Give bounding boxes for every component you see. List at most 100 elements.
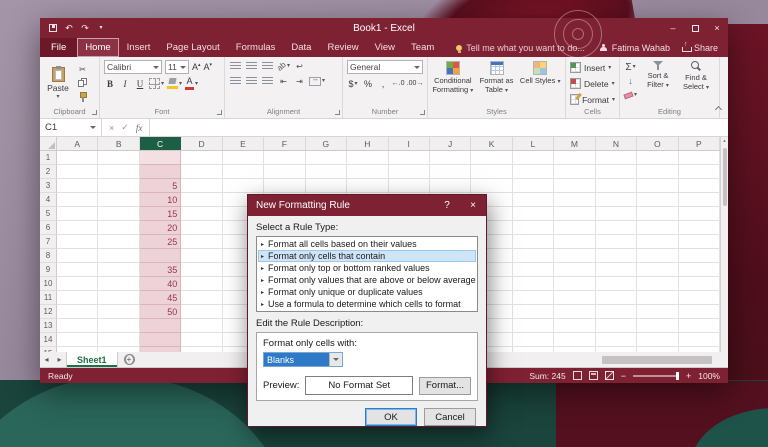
orientation-button[interactable]: ab ▾ [275,60,290,73]
cell-N14[interactable] [595,333,638,347]
cell-D12[interactable] [181,305,223,319]
cell-D1[interactable] [181,151,223,165]
cell-D14[interactable] [181,333,223,347]
tab-home[interactable]: Home [77,38,119,57]
tab-view[interactable]: View [367,38,403,57]
cell-L4[interactable] [512,193,555,207]
font-color-button[interactable]: A ▾ [185,77,198,90]
cell-D8[interactable] [181,249,223,263]
cell-P1[interactable] [678,151,720,165]
sheet-tab-sheet1[interactable]: Sheet1 [66,352,118,367]
tab-review[interactable]: Review [319,38,366,57]
cell-A12[interactable] [57,305,99,319]
cell-M4[interactable] [554,193,596,207]
cell-B11[interactable] [98,291,140,305]
cell-C7[interactable]: 25 [139,235,182,249]
column-header-K[interactable]: K [471,137,513,150]
cell-A4[interactable] [57,193,99,207]
row-header-5[interactable]: 5 [40,207,57,221]
cell-M7[interactable] [554,235,596,249]
cell-O7[interactable] [637,235,679,249]
column-header-J[interactable]: J [430,137,472,150]
sheet-nav-left[interactable]: ◂ [40,355,53,364]
cell-D9[interactable] [181,263,223,277]
number-format-select[interactable]: General [347,60,423,74]
cell-A14[interactable] [57,333,99,347]
user-account-button[interactable]: Fatima Wahab [599,43,670,53]
find-select-button[interactable]: Find & Select ▾ [679,61,713,91]
cell-N1[interactable] [595,151,638,165]
cancel-entry-icon[interactable]: × [109,123,114,133]
cell-D5[interactable] [181,207,223,221]
increase-decimal-button[interactable]: ←.0 [392,77,405,90]
row-header-9[interactable]: 9 [40,263,57,277]
align-left-button[interactable] [229,75,242,87]
zoom-slider-thumb[interactable] [675,371,679,380]
cell-C11[interactable]: 45 [139,291,182,305]
horizontal-scroll-thumb[interactable] [602,355,712,364]
row-header-15[interactable]: 15 [40,347,57,352]
cell-D15[interactable] [181,347,223,352]
cell-N6[interactable] [595,221,638,235]
cell-M15[interactable] [554,347,596,352]
cell-D2[interactable] [181,165,223,179]
cell-M9[interactable] [554,263,596,277]
clear-button[interactable]: ▾ [623,89,637,101]
rule-type-option[interactable]: ▸ Format all cells based on their values [258,238,476,250]
cell-C15[interactable] [139,347,182,352]
borders-button[interactable]: ▾ [149,77,164,90]
cell-G1[interactable] [305,151,348,165]
cell-M10[interactable] [554,277,596,291]
cell-M2[interactable] [554,165,596,179]
cell-N7[interactable] [595,235,638,249]
cell-C8[interactable] [139,249,182,263]
row-header-13[interactable]: 13 [40,319,57,333]
dialog-launcher-icon[interactable] [92,110,97,115]
cell-B13[interactable] [98,319,140,333]
copy-button[interactable] [76,77,89,89]
cell-O15[interactable] [637,347,679,352]
dialog-format-button[interactable]: Format... [419,376,471,395]
tab-insert[interactable]: Insert [119,38,159,57]
cell-I3[interactable] [388,179,430,193]
cell-L2[interactable] [512,165,555,179]
cell-O8[interactable] [637,249,679,263]
cell-O9[interactable] [637,263,679,277]
cell-J3[interactable] [429,179,472,193]
row-header-1[interactable]: 1 [40,151,57,165]
bold-button[interactable]: B [104,77,116,90]
cell-M1[interactable] [554,151,596,165]
cell-B1[interactable] [98,151,140,165]
cut-button[interactable]: ✂ [76,63,89,75]
cell-P13[interactable] [678,319,720,333]
format-as-table-button[interactable]: Format as Table ▾ [476,61,518,94]
cell-N4[interactable] [595,193,638,207]
cell-L8[interactable] [512,249,555,263]
cell-N2[interactable] [595,165,638,179]
merge-center-button[interactable]: ▾ [309,75,325,87]
cell-L13[interactable] [512,319,555,333]
decrease-decimal-button[interactable]: .00→ [407,77,424,90]
cell-L7[interactable] [512,235,555,249]
wrap-text-button[interactable]: ↩ [293,60,306,72]
fill-color-button[interactable]: ▾ [167,77,182,90]
dropdown-arrow-button[interactable] [329,353,342,366]
save-button[interactable] [46,21,60,35]
cell-P12[interactable] [678,305,720,319]
rule-type-option[interactable]: ▸ Format only cells that contain [258,250,476,262]
cell-D10[interactable] [181,277,223,291]
align-center-button[interactable] [245,75,258,87]
dialog-close-button[interactable]: × [460,195,486,216]
cell-B14[interactable] [98,333,140,347]
cell-A7[interactable] [57,235,99,249]
cell-O6[interactable] [637,221,679,235]
cell-H2[interactable] [347,165,389,179]
select-all-corner[interactable] [40,137,57,150]
column-header-M[interactable]: M [554,137,596,150]
insert-function-icon[interactable]: fx [136,123,143,133]
cell-D13[interactable] [181,319,223,333]
cell-L15[interactable] [513,347,555,352]
view-page-break-button[interactable] [604,371,614,380]
sheet-nav-right[interactable]: ▸ [53,355,66,364]
cell-P4[interactable] [678,193,720,207]
